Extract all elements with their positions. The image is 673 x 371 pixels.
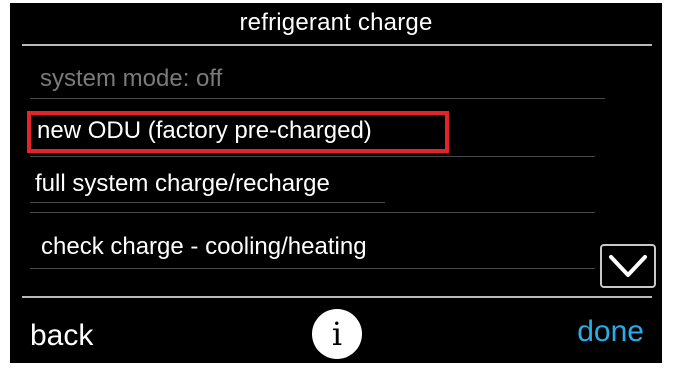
row-divider bbox=[30, 202, 385, 203]
done-button[interactable]: done bbox=[577, 315, 644, 349]
thermostat-screen: refrigerant charge system mode: off new … bbox=[10, 3, 662, 363]
row-divider bbox=[30, 212, 595, 213]
scroll-down-button[interactable] bbox=[600, 244, 656, 288]
chevron-down-icon bbox=[609, 255, 647, 277]
title-divider bbox=[22, 44, 652, 46]
back-button[interactable]: back bbox=[30, 319, 93, 353]
row-divider bbox=[30, 98, 605, 99]
row-divider bbox=[30, 156, 595, 157]
menu-item-system-mode: system mode: off bbox=[40, 65, 223, 92]
menu-item-check-charge[interactable]: check charge - cooling/heating bbox=[41, 233, 367, 261]
page-title: refrigerant charge bbox=[239, 9, 433, 36]
row-divider bbox=[30, 268, 595, 269]
info-icon[interactable]: i bbox=[312, 309, 362, 359]
menu-item-full-system-charge[interactable]: full system charge/recharge bbox=[35, 170, 330, 198]
footer-divider bbox=[22, 296, 652, 298]
menu-item-new-odu[interactable]: new ODU (factory pre-charged) bbox=[37, 117, 372, 145]
